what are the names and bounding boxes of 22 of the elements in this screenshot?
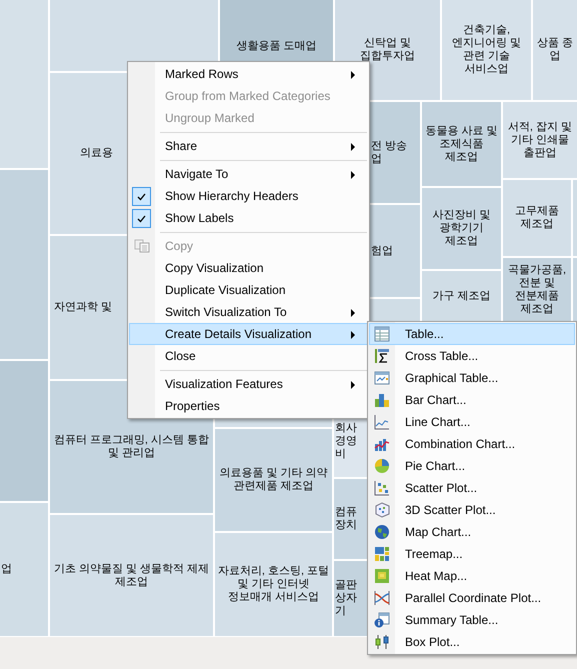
tile-label: 의료용품 및 기타 의약 관련제품 제조업 (218, 467, 329, 493)
tile-label: 건축기술, 엔지니어링 및 관련 기술 서비스업 (450, 24, 522, 76)
tile-label: 자연과학 및 (54, 301, 112, 314)
tile-label: 동물용 사료 및 조제식품 제조업 (424, 124, 499, 164)
tile-label: 컴퓨 장치 (335, 506, 357, 532)
tile-label: 골판 상자 기 (335, 579, 357, 618)
tile-label: 회사 경영 비 (335, 422, 357, 460)
tile-label: 고무제품 제조업 (514, 205, 560, 231)
tile-label: 서적, 잡지 및 기타 인쇄물 출판업 (506, 120, 574, 160)
tile-label: 가구 제조업 (432, 290, 491, 302)
tile-label: 자료처리, 호스팅, 포털 및 기타 인터넷 정보매개 서비스업 (217, 565, 330, 604)
tile-label: 험업 (371, 244, 393, 258)
tile-label: 상품 종 업 (536, 37, 574, 63)
tile-label: 의료용 (80, 147, 113, 160)
tile-label: 사진장비 및 광학기기 제조업 (431, 209, 492, 248)
tile-label: 전 방송 업 (371, 140, 408, 166)
tile-label: 업 (1, 563, 12, 576)
tile-label: 곡물가공품, 전분 및 전분제품 제조업 (506, 264, 568, 316)
tile-label: 신탁업 및 집합투자업 (359, 37, 416, 63)
tile-label: 기초 의약물질 및 생물학적 제제 제조업 (52, 562, 210, 588)
tile-label: 생활용품 도매업 (236, 40, 317, 53)
tile-label: 컴퓨터 프로그래밍, 시스템 통합 및 관리업 (52, 434, 210, 460)
